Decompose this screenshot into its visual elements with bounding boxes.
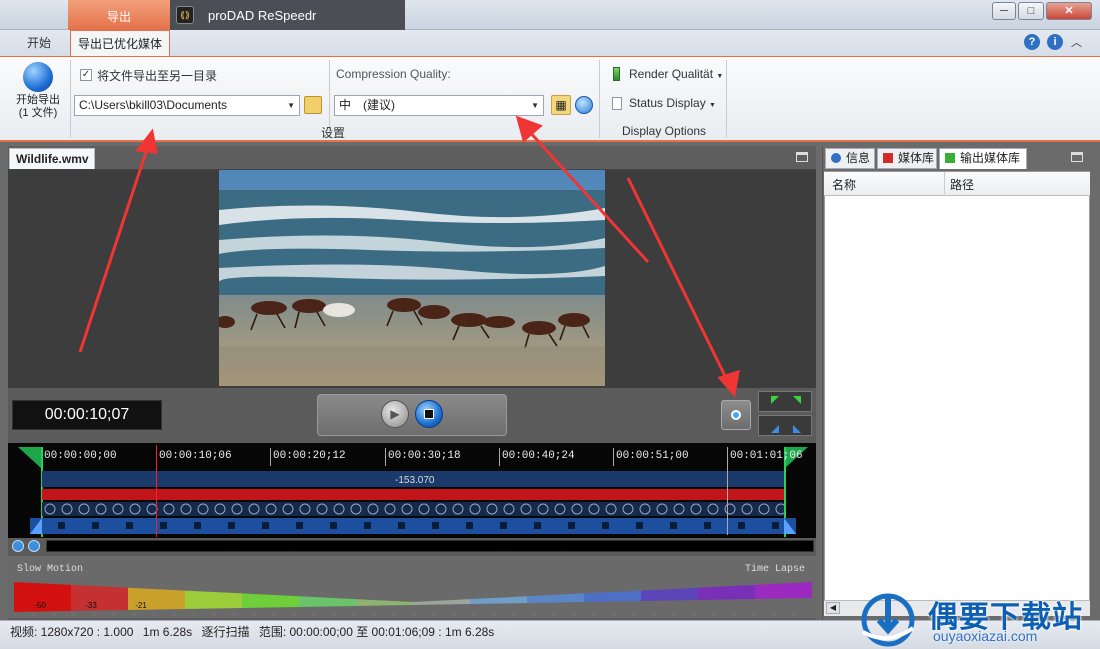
- annotation-arrow-line: [78, 145, 150, 353]
- annotation-arrow-line: [626, 177, 730, 383]
- annotation-arrowhead: [717, 369, 740, 398]
- annotation-arrow-line: [526, 128, 650, 264]
- annotation-arrowhead: [515, 115, 543, 143]
- annotation-arrows: [78, 115, 740, 398]
- annotation-arrowhead: [135, 128, 158, 154]
